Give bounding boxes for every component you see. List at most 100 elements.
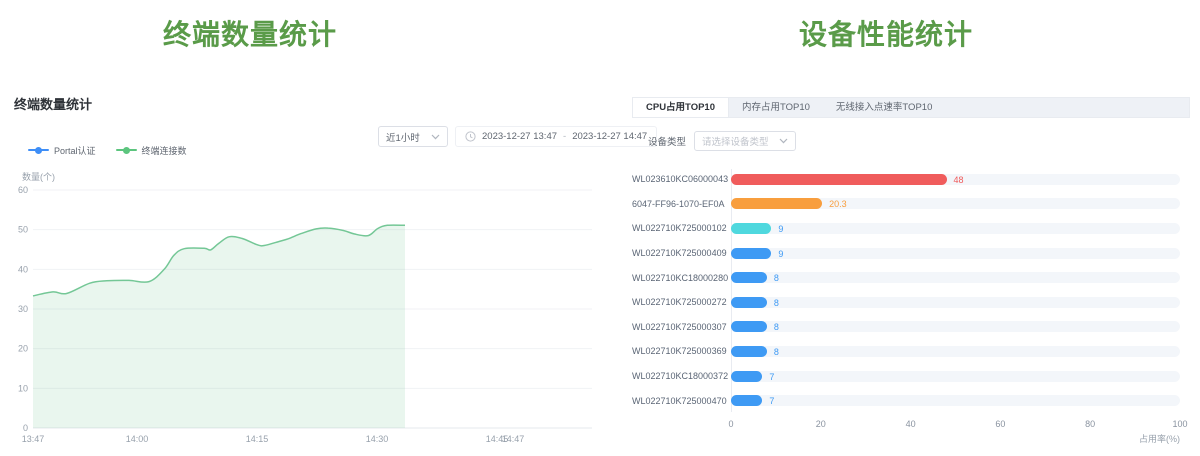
date-range-separator: -	[563, 131, 566, 142]
legend-item-terminal-connections[interactable]: 终端连接数	[116, 144, 187, 157]
legend-dot-icon	[123, 147, 130, 154]
time-range-select[interactable]: 近1小时	[378, 126, 448, 147]
tab-1-memory-top10[interactable]: 内存占用TOP10	[729, 98, 823, 117]
terminal-card-title: 终端数量统计	[14, 94, 92, 113]
bar-fill	[731, 297, 767, 308]
bar-value-label: 7	[769, 396, 774, 406]
x-tick-label: 20	[816, 419, 826, 429]
device-name-label: WL022710KC18000280	[632, 273, 723, 283]
x-tick-label: 14:47	[502, 434, 525, 444]
bar-row: WL022710K725000272 8	[632, 290, 1180, 315]
legend-marker-icon	[116, 149, 137, 151]
device-type-filter-row: 设备类型 请选择设备类型	[648, 131, 796, 151]
legend-dot-icon	[35, 147, 42, 154]
monitoring-dashboard: { "left_panel": { "title": "终端数量统计", "he…	[0, 0, 1200, 456]
bar-value-label: 8	[774, 347, 779, 357]
device-name-label: WL022710K725000470	[632, 396, 723, 406]
bar-value-label: 20.3	[829, 199, 847, 209]
bar-chart-x-ticks: 020406080100	[731, 419, 1180, 431]
page-title-device-performance: 设备性能统计	[799, 13, 973, 53]
bar-row: WL022710K725000470 7	[632, 388, 1180, 413]
bar-row: WL022710K725000102 9	[632, 216, 1180, 241]
bar-value-label: 8	[774, 273, 779, 283]
bar-track: 9	[731, 248, 1180, 259]
y-tick-label: 0	[23, 423, 28, 433]
x-tick-label: 60	[995, 419, 1005, 429]
bar-row: WL022710K725000409 9	[632, 241, 1180, 266]
date-range-end: 2023-12-27 14:47	[572, 131, 647, 142]
bar-fill	[731, 198, 822, 209]
clock-icon	[465, 131, 476, 142]
bar-row: WL022710K725000307 8	[632, 315, 1180, 340]
performance-tabs: CPU占用TOP10内存占用TOP10无线接入点速率TOP10	[632, 97, 1190, 118]
legend-label: 终端连接数	[142, 144, 187, 157]
y-tick-label: 30	[18, 304, 28, 314]
bar-row: WL022710KC18000280 8	[632, 265, 1180, 290]
line-chart-legend: Portal认证 终端连接数	[28, 144, 187, 156]
x-tick-label: 100	[1172, 419, 1187, 429]
bar-fill	[731, 395, 762, 406]
bar-track: 48	[731, 174, 1180, 185]
x-tick-label: 80	[1085, 419, 1095, 429]
device-name-label: WL023610KC06000043	[632, 174, 723, 184]
bar-value-label: 9	[778, 249, 783, 259]
bar-fill	[731, 272, 767, 283]
bar-fill	[731, 174, 947, 185]
x-tick-label: 13:47	[22, 434, 45, 444]
terminal-connections-area	[33, 225, 405, 428]
chevron-down-icon	[779, 138, 788, 144]
device-name-label: WL022710K725000369	[632, 346, 723, 356]
bar-fill	[731, 346, 767, 357]
bar-value-label: 7	[769, 372, 774, 382]
bar-track: 8	[731, 297, 1180, 308]
time-range-value: 近1小时	[386, 130, 420, 144]
bar-row: WL022710KC180003727	[632, 364, 1180, 389]
bar-fill	[731, 371, 762, 382]
tab-2-ap-rate-top10[interactable]: 无线接入点速率TOP10	[823, 98, 945, 117]
bar-track: 8	[731, 346, 1180, 357]
bar-fill	[731, 321, 767, 332]
y-tick-label: 10	[18, 383, 28, 393]
date-range-start: 2023-12-27 13:47	[482, 131, 557, 142]
bar-row: WL022710K725000369 8	[632, 339, 1180, 364]
bar-value-label: 8	[774, 322, 779, 332]
page-title-terminal-stats: 终端数量统计	[163, 13, 337, 53]
device-name-label: WL022710K725000307	[632, 322, 723, 332]
x-tick-label: 40	[906, 419, 916, 429]
device-type-label: 设备类型	[648, 134, 686, 148]
cpu-top10-bar-chart: WL023610KC06000043 48 6047-FF96-1070-EF0A 2…	[632, 167, 1180, 413]
device-name-label: WL022710K725000409	[632, 248, 723, 258]
tab-0-cpu-top10[interactable]: CPU占用TOP10	[633, 98, 729, 117]
bar-value-label: 48	[954, 175, 964, 185]
y-axis-title: 数量(个)	[22, 171, 55, 182]
y-tick-label: 60	[18, 185, 28, 195]
bar-track: 7	[731, 395, 1180, 406]
device-type-select[interactable]: 请选择设备类型	[694, 131, 796, 151]
y-tick-label: 40	[18, 264, 28, 274]
bar-track: 8	[731, 272, 1180, 283]
x-tick-label: 14:00	[126, 434, 149, 444]
bar-value-label: 8	[774, 298, 779, 308]
y-tick-label: 50	[18, 225, 28, 235]
legend-label: Portal认证	[54, 144, 96, 157]
x-tick-label: 0	[728, 419, 733, 429]
device-name-label: WL022710K725000102	[632, 223, 723, 233]
device-name-label: WL022710K725000272	[632, 297, 723, 307]
bar-row: 6047-FF96-1070-EF0A 20.3	[632, 192, 1180, 217]
bar-track: 8	[731, 321, 1180, 332]
bar-chart-x-axis-title: 占用率(%)	[1139, 432, 1180, 445]
legend-item-portal-auth[interactable]: Portal认证	[28, 144, 96, 157]
date-range-picker[interactable]: 2023-12-27 13:47 - 2023-12-27 14:47	[455, 126, 657, 147]
bar-value-label: 9	[778, 224, 783, 234]
bar-fill	[731, 248, 771, 259]
bar-track: 7	[731, 371, 1180, 382]
y-tick-label: 20	[18, 344, 28, 354]
bar-track: 9	[731, 223, 1180, 234]
bar-track: 20.3	[731, 198, 1180, 209]
legend-marker-icon	[28, 149, 49, 151]
x-tick-label: 14:15	[246, 434, 269, 444]
device-name-label: 6047-FF96-1070-EF0A	[632, 199, 723, 209]
device-type-placeholder: 请选择设备类型	[702, 134, 769, 148]
terminal-count-line-chart: 数量(个)010203040506013:4714:0014:1514:3014…	[0, 168, 612, 456]
chevron-down-icon	[431, 134, 440, 140]
